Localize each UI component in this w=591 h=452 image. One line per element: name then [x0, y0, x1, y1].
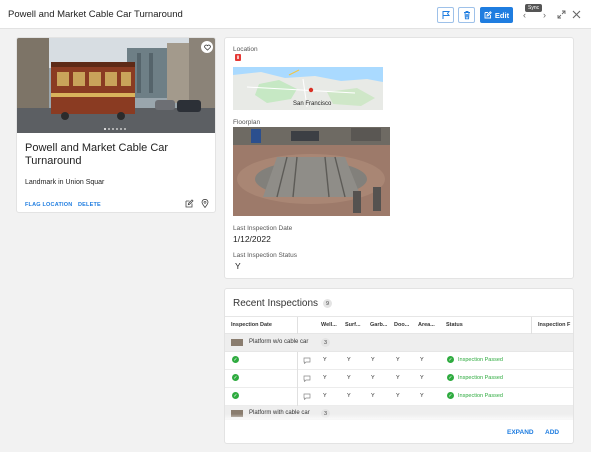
- group-row[interactable]: Platform w/o cable car 3: [225, 334, 573, 352]
- column-header[interactable]: Well...: [321, 322, 337, 328]
- status-text: Inspection Passed: [458, 375, 503, 381]
- column-header[interactable]: Inspection F: [538, 322, 570, 328]
- column-header[interactable]: Doo...: [394, 322, 409, 328]
- edit-button[interactable]: Edit: [480, 7, 513, 23]
- place-card: Powell and Market Cable Car Turnaround L…: [16, 37, 216, 213]
- place-name: Powell and Market Cable Car Turnaround: [25, 142, 169, 167]
- next-icon[interactable]: ›: [543, 10, 546, 20]
- page-title: Powell and Market Cable Car Turnaround: [8, 9, 183, 20]
- photo-dot[interactable]: [108, 128, 110, 130]
- table-row[interactable]: ✓ Y Y Y Y Y ✓ Inspection Passed: [225, 388, 573, 406]
- expand-button[interactable]: EXPAND: [507, 429, 534, 436]
- location-pin-icon[interactable]: [201, 198, 209, 210]
- edit-button-label: Edit: [494, 10, 510, 20]
- photo-dot[interactable]: [124, 128, 126, 130]
- cell-value: Y: [371, 393, 375, 399]
- location-label: Location: [233, 46, 258, 53]
- close-icon[interactable]: [572, 10, 581, 21]
- cell-value: Y: [396, 357, 400, 363]
- cell-value: Y: [347, 357, 351, 363]
- edit-note-icon[interactable]: [185, 199, 194, 210]
- check-circle-icon: ✓: [447, 356, 454, 363]
- map-pin-icon: [235, 54, 241, 64]
- photo-dot[interactable]: [112, 128, 114, 130]
- cell-value: Y: [347, 375, 351, 381]
- heart-icon: [203, 44, 211, 51]
- check-circle-icon: ✓: [232, 374, 239, 381]
- column-header[interactable]: Garb...: [370, 322, 387, 328]
- cell-value: Y: [323, 393, 327, 399]
- table-row[interactable]: ✓ Y Y Y Y Y ✓ Inspection Passed: [225, 370, 573, 388]
- column-header[interactable]: Area...: [418, 322, 435, 328]
- cell-value: Y: [420, 393, 424, 399]
- flag-button[interactable]: [437, 7, 454, 23]
- last-inspection-date-label: Last Inspection Date: [233, 225, 293, 232]
- photo-pagination[interactable]: [104, 128, 126, 130]
- column-header[interactable]: Status: [446, 322, 463, 328]
- check-circle-icon: ✓: [232, 392, 239, 399]
- place-subtitle: Landmark in Union Squar: [25, 179, 105, 186]
- comment-icon[interactable]: [303, 393, 311, 402]
- photo-dot[interactable]: [120, 128, 122, 130]
- location-map[interactable]: San Francisco: [233, 67, 383, 110]
- photo-dot[interactable]: [116, 128, 118, 130]
- column-header[interactable]: Surf...: [345, 322, 361, 328]
- cell-value: Y: [396, 375, 400, 381]
- floorplan-label: Floorplan: [233, 119, 261, 126]
- sync-tooltip: Sync: [525, 4, 543, 12]
- recent-inspections-card: Recent Inspections 9 Inspection Date Wel…: [224, 288, 574, 444]
- map-city-label: San Francisco: [293, 101, 332, 107]
- page-header: Powell and Market Cable Car Turnaround E…: [0, 0, 591, 29]
- cell-value: Y: [371, 357, 375, 363]
- cell-value: Y: [420, 357, 424, 363]
- place-photo: [17, 38, 215, 133]
- add-button[interactable]: ADD: [545, 429, 559, 436]
- last-inspection-status-value: Y: [235, 261, 241, 271]
- delete-button[interactable]: [458, 7, 475, 23]
- cell-value: Y: [323, 357, 327, 363]
- details-card: Location San Francisco Floorplan Last In…: [224, 37, 574, 279]
- photo-dot[interactable]: [104, 128, 106, 130]
- cell-value: Y: [323, 375, 327, 381]
- scroll-fade: [225, 414, 573, 422]
- inspections-count-badge: 9: [323, 299, 332, 308]
- cell-value: Y: [347, 393, 351, 399]
- group-label: Platform w/o cable car: [249, 339, 309, 345]
- favorite-button[interactable]: [201, 41, 213, 53]
- check-circle-icon: ✓: [232, 356, 239, 363]
- check-circle-icon: ✓: [447, 392, 454, 399]
- table-header: Inspection Date Well... Surf... Garb... …: [225, 316, 573, 335]
- inspections-title: Recent Inspections: [233, 298, 319, 309]
- comment-icon[interactable]: [303, 357, 311, 366]
- group-count-badge: 3: [321, 338, 330, 347]
- expand-icon[interactable]: [557, 10, 566, 21]
- delete-link[interactable]: DELETE: [78, 202, 101, 208]
- table-row[interactable]: ✓ Y Y Y Y Y ✓ Inspection Passed: [225, 352, 573, 370]
- group-thumbnail: [231, 339, 243, 346]
- flag-icon: [442, 11, 450, 19]
- cell-value: Y: [396, 393, 400, 399]
- cell-value: Y: [420, 375, 424, 381]
- status-text: Inspection Passed: [458, 393, 503, 399]
- check-circle-icon: ✓: [447, 374, 454, 381]
- column-header[interactable]: Inspection Date: [231, 322, 272, 328]
- cell-value: Y: [371, 375, 375, 381]
- flag-location-link[interactable]: FLAG LOCATION: [25, 202, 72, 208]
- comment-icon[interactable]: [303, 375, 311, 384]
- edit-icon: [484, 11, 492, 19]
- last-inspection-status-label: Last Inspection Status: [233, 252, 297, 259]
- last-inspection-date-value: 1/12/2022: [233, 234, 271, 244]
- floorplan-image[interactable]: [233, 127, 390, 216]
- previous-icon[interactable]: ‹: [523, 10, 526, 20]
- trash-icon: [463, 11, 470, 20]
- status-text: Inspection Passed: [458, 357, 503, 363]
